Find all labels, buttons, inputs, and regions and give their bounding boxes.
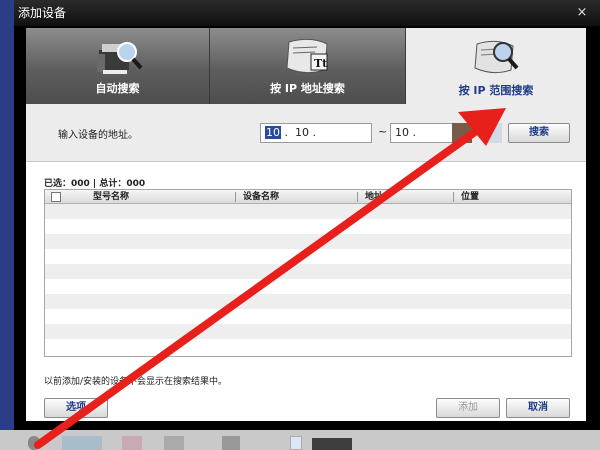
taskbar-icon[interactable]	[290, 436, 302, 450]
selection-summary: 已选：000 | 总计：000	[44, 179, 146, 189]
column-address[interactable]: 地址	[361, 190, 383, 204]
taskbar-icon[interactable]	[62, 436, 102, 450]
add-device-dialog: 自动搜索 Tt 按 IP 地址搜索 按 IP 范围搜索 输入设备的地址。 10 …	[24, 26, 588, 423]
window-title: 添加设备	[18, 6, 67, 20]
ip-range-end-input[interactable]: 10 .	[390, 123, 460, 143]
tab-auto-search[interactable]: 自动搜索	[26, 28, 210, 104]
scroll-search-icon	[474, 40, 519, 74]
select-all-checkbox[interactable]	[51, 192, 61, 202]
taskbar-icon[interactable]	[222, 436, 240, 450]
ip-start-octet-2: 10	[295, 126, 309, 139]
ip-end-field-obscured	[452, 123, 472, 143]
printer-search-icon	[96, 42, 142, 74]
ip-end-octet-1: 10	[395, 126, 409, 139]
column-model-name[interactable]: 型号名称	[89, 190, 129, 204]
taskbar-icon[interactable]	[164, 436, 184, 450]
svg-text:Tt: Tt	[314, 57, 328, 70]
table-row	[45, 324, 571, 339]
scroll-text-icon: Tt	[285, 38, 328, 74]
table-header: 型号名称 设备名称 地址 位置	[45, 190, 571, 204]
add-button[interactable]: 添加	[436, 398, 500, 418]
ip-range-panel: 输入设备的地址。 10 . 10 . ~ 10 . 搜索	[26, 104, 586, 162]
taskbar-icon[interactable]	[122, 436, 142, 450]
table-row	[45, 249, 571, 264]
taskbar-icon[interactable]	[312, 438, 352, 450]
ip-start-octet-1: 10	[265, 126, 281, 139]
results-note: 以前添加/安装的设备不会显示在搜索结果中。	[44, 377, 228, 387]
tab-ip-range-search[interactable]: 按 IP 范围搜索	[406, 28, 586, 104]
range-separator: ~	[378, 125, 388, 138]
column-device-name[interactable]: 设备名称	[239, 190, 279, 204]
table-row	[45, 294, 571, 309]
tab-ip-address-search-label: 按 IP 地址搜索	[270, 82, 345, 95]
range-instruction: 输入设备的地址。	[58, 130, 138, 141]
results-table: 型号名称 设备名称 地址 位置	[44, 189, 572, 357]
tab-ip-address-search[interactable]: Tt 按 IP 地址搜索	[210, 28, 406, 104]
table-row	[45, 219, 571, 234]
search-button[interactable]: 搜索	[508, 123, 570, 143]
close-icon[interactable]: ×	[572, 4, 592, 22]
window-titlebar: 添加设备 ×	[14, 0, 600, 26]
column-location[interactable]: 位置	[457, 190, 479, 204]
table-row	[45, 339, 571, 354]
cancel-button[interactable]: 取消	[506, 398, 570, 418]
options-button[interactable]: 选项	[44, 398, 108, 418]
table-row	[45, 204, 571, 219]
table-row	[45, 309, 571, 324]
table-row	[45, 264, 571, 279]
search-mode-tabs: 自动搜索 Tt 按 IP 地址搜索 按 IP 范围搜索	[26, 28, 586, 104]
tab-auto-search-label: 自动搜索	[95, 82, 140, 95]
tab-ip-range-search-label: 按 IP 范围搜索	[458, 84, 534, 97]
ip-range-start-input[interactable]: 10 . 10 .	[260, 123, 372, 143]
ip-end-field-obscured-2	[488, 123, 502, 143]
table-row	[45, 234, 571, 249]
table-row	[45, 279, 571, 294]
taskbar-icon[interactable]	[28, 436, 40, 450]
taskbar-strip	[0, 430, 600, 450]
